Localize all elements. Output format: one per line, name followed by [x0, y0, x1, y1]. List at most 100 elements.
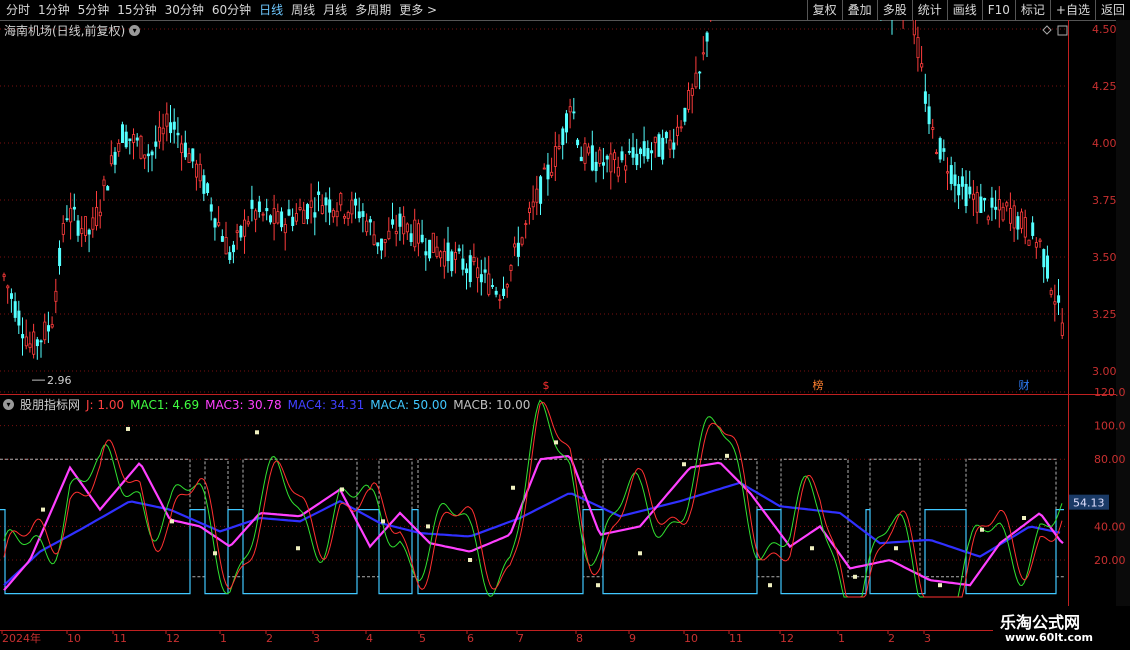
- candle-body: [524, 223, 528, 226]
- toolbar-button-4[interactable]: 画线: [946, 0, 982, 20]
- period-tab-0[interactable]: 分时: [2, 0, 34, 20]
- signal-marker: [894, 546, 898, 551]
- candle-body: [291, 216, 295, 226]
- time-label-8: 5: [419, 632, 426, 645]
- candle-body: [550, 171, 554, 176]
- toolbar-button-8[interactable]: 返回: [1094, 0, 1130, 20]
- candle-body: [694, 72, 698, 88]
- dropdown-icon[interactable]: ▾: [129, 25, 141, 36]
- candle-body: [294, 213, 298, 222]
- candle-body: [705, 32, 709, 42]
- time-label-10: 7: [517, 632, 524, 645]
- toolbar-button-0[interactable]: 复权: [806, 0, 842, 20]
- toolbar-button-3[interactable]: 统计: [911, 0, 947, 20]
- period-tab-4[interactable]: 30分钟: [161, 0, 208, 20]
- time-label-16: 1: [838, 632, 845, 645]
- toolbar-button-6[interactable]: 标记: [1014, 0, 1050, 20]
- candle-body: [113, 151, 117, 165]
- toolbar-button-7[interactable]: +自选: [1049, 0, 1095, 20]
- candle-body: [1023, 217, 1027, 238]
- candle-body: [102, 179, 106, 187]
- candle-body: [960, 176, 964, 187]
- candle-body: [298, 207, 302, 211]
- candle-body: [546, 164, 550, 180]
- signal-marker: [853, 574, 857, 579]
- toolbar-button-1[interactable]: 叠加: [841, 0, 877, 20]
- candlesticks: [2, 20, 1064, 360]
- candle-body: [265, 208, 269, 212]
- toolbar-button-5[interactable]: F10: [981, 0, 1015, 20]
- candle-body: [254, 210, 258, 220]
- period-tab-5[interactable]: 60分钟: [208, 0, 255, 20]
- signal-marker: [1022, 516, 1026, 520]
- signal-marker: [126, 426, 130, 431]
- watermark-url: www.60lt.com: [1005, 631, 1094, 644]
- period-tab-3[interactable]: 15分钟: [113, 0, 160, 20]
- period-tab-6[interactable]: 日线: [255, 0, 287, 20]
- candle-body: [72, 206, 76, 210]
- period-tab-9[interactable]: 多周期: [351, 0, 395, 20]
- diamond-icon: [1042, 25, 1052, 35]
- candle-body: [324, 197, 328, 206]
- candle-body: [483, 269, 487, 273]
- indicator-tick-label: 80.00: [1094, 453, 1126, 466]
- candle-body: [202, 175, 206, 194]
- candle-body: [121, 124, 125, 144]
- indicator-header: ▾ 股朋指标网 J: 1.00 MAC1: 4.69 MAC3: 30.78 MAC4…: [3, 396, 530, 413]
- candle-body: [476, 267, 480, 279]
- candle-body: [461, 258, 465, 270]
- time-label-14: 11: [729, 632, 743, 645]
- candle-body: [690, 88, 694, 96]
- candle-body: [428, 239, 432, 259]
- candle-body: [243, 219, 247, 237]
- candle-body: [642, 141, 646, 157]
- candle-body: [583, 143, 587, 164]
- indicator-name: 股朋指标网: [20, 398, 81, 412]
- candle-body: [468, 255, 472, 282]
- chart-area[interactable]: 5.505.255.004.754.504.254.003.753.503.25…: [0, 20, 1130, 650]
- candle-body: [87, 229, 91, 235]
- toolbar-button-2[interactable]: 多股: [876, 0, 912, 20]
- price-tick-label: 3.75: [1092, 194, 1117, 207]
- candle-body: [21, 334, 25, 339]
- candle-body: [516, 242, 520, 257]
- price-tick-label: 3.25: [1092, 308, 1117, 321]
- candle-body: [35, 339, 39, 347]
- period-tab-1[interactable]: 1分钟: [34, 0, 74, 20]
- candle-body: [1060, 322, 1064, 336]
- candle-body: [80, 228, 84, 234]
- candle-body: [509, 265, 513, 271]
- candle-body: [28, 343, 32, 348]
- candle-body: [224, 237, 228, 255]
- right-sidebar: [1116, 20, 1130, 630]
- candle-body: [520, 237, 524, 245]
- candle-body: [664, 132, 668, 139]
- period-tab-7[interactable]: 周线: [287, 0, 319, 20]
- time-label-0: 2024年: [2, 631, 41, 645]
- signal-marker: [725, 453, 729, 458]
- indicator-menu-icon[interactable]: ▾: [3, 399, 14, 410]
- candle-body: [957, 184, 961, 196]
- event-marker-1: 榜: [813, 378, 824, 392]
- candle-body: [261, 213, 265, 216]
- candle-body: [354, 198, 358, 206]
- candle-body: [616, 166, 620, 177]
- candle-body: [17, 310, 21, 326]
- candle-body: [2, 274, 6, 278]
- period-tab-2[interactable]: 5分钟: [74, 0, 114, 20]
- period-tab-8[interactable]: 月线: [319, 0, 351, 20]
- period-tab-10[interactable]: 更多 >: [395, 0, 441, 20]
- candle-body: [561, 128, 565, 145]
- candle-body: [317, 191, 321, 195]
- candle-body: [95, 206, 99, 227]
- signal-marker: [468, 558, 472, 562]
- time-label-2: 11: [113, 632, 127, 645]
- candle-body: [220, 236, 224, 242]
- candle-body: [1034, 242, 1038, 248]
- candle-body: [76, 220, 80, 236]
- candle-body: [653, 136, 657, 144]
- candle-body: [302, 209, 306, 224]
- candle-body: [1053, 301, 1057, 305]
- candle-body: [387, 230, 391, 240]
- candle-body: [513, 243, 517, 248]
